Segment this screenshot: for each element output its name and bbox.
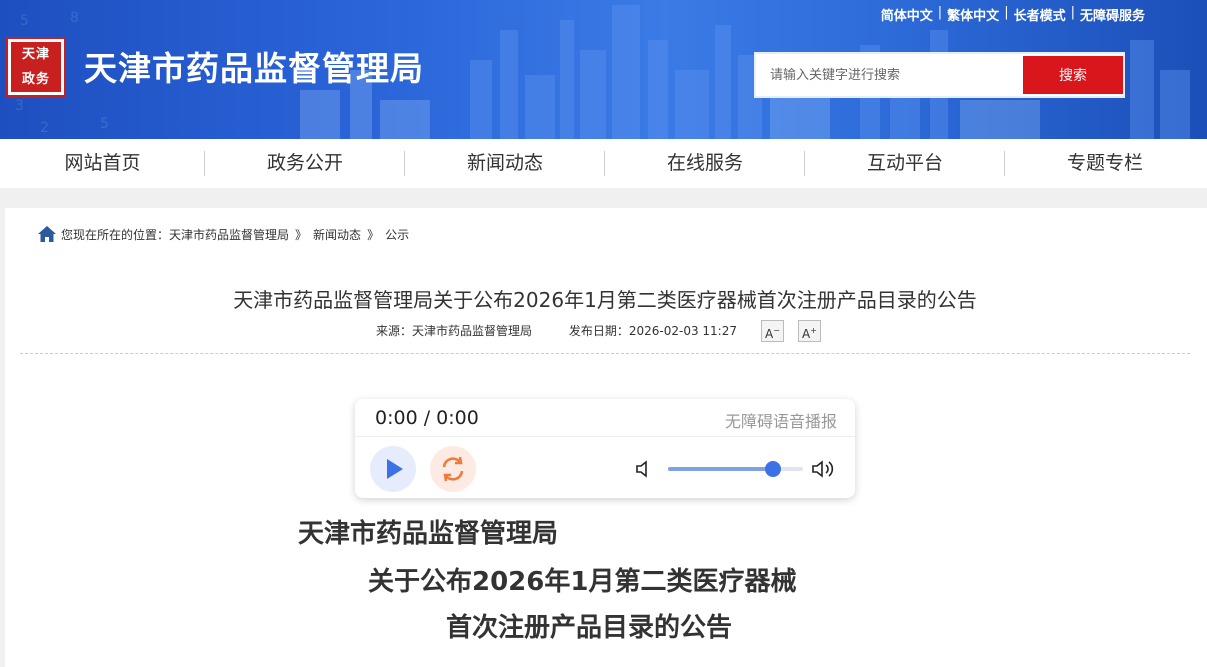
site-title[interactable]: 天津市药品监督管理局: [84, 42, 424, 90]
article-heading-line3: 首次注册产品目录的公告: [446, 613, 733, 643]
breadcrumb-item-news[interactable]: 新闻动态: [313, 226, 361, 243]
article-title: 天津市药品监督管理局关于公布2026年1月第二类医疗器械首次注册产品目录的公告: [233, 288, 977, 312]
breadcrumb-item-home[interactable]: 天津市药品监督管理局: [169, 226, 289, 243]
title-divider: [20, 353, 1190, 354]
elder-mode-link[interactable]: 长者模式: [1014, 5, 1066, 24]
search-input[interactable]: [756, 54, 1022, 96]
nav-item-special-topics[interactable]: 专题专栏: [1005, 139, 1205, 188]
breadcrumb: 您现在所在的位置： 天津市药品监督管理局 》 新闻动态 》 公示: [37, 225, 409, 243]
volume-knob[interactable]: [765, 461, 782, 477]
loop-button[interactable]: [430, 446, 476, 492]
search-button[interactable]: 搜索: [1023, 56, 1123, 94]
simplified-chinese-link[interactable]: 简体中文: [881, 5, 933, 24]
logo-text-line1: 天津: [21, 47, 50, 62]
home-icon: [38, 226, 56, 242]
article-heading-line2: 关于公布2026年1月第二类医疗器械: [368, 567, 797, 597]
svg-text:5: 5: [20, 13, 29, 29]
player-label: 无障碍语音播报: [724, 412, 837, 431]
main-nav: 网站首页 政务公开 新闻动态 在线服务 互动平台 专题专栏: [0, 139, 1207, 188]
article-heading-line1: 天津市药品监督管理局: [298, 519, 559, 549]
svg-text:3: 3: [15, 98, 24, 114]
breadcrumb-prefix: 您现在所在的位置：: [61, 227, 170, 242]
accessibility-link[interactable]: 无障碍服务: [1080, 5, 1145, 24]
logo-text-line2: 政务: [21, 72, 50, 87]
breadcrumb-item-notice[interactable]: 公示: [385, 226, 409, 243]
play-button[interactable]: [370, 446, 416, 492]
nav-item-online-services[interactable]: 在线服务: [605, 139, 805, 188]
svg-text:2: 2: [40, 120, 49, 136]
breadcrumb-separator: 》: [295, 227, 308, 242]
content-panel: 您现在所在的位置： 天津市药品监督管理局 》 新闻动态 》 公示 天津市药品监督…: [5, 208, 1207, 667]
volume-fill: [668, 467, 774, 471]
nav-item-interaction[interactable]: 互动平台: [805, 139, 1005, 188]
font-larger-button[interactable]: A+: [798, 320, 821, 342]
site-logo[interactable]: 天津 政务: [6, 37, 66, 97]
logo-seal: 天津 政务: [11, 42, 61, 92]
traditional-chinese-link[interactable]: 繁体中文: [947, 5, 999, 24]
breadcrumb-separator: 》: [367, 227, 380, 242]
player-time: 0:00 / 0:00: [375, 407, 479, 429]
nav-item-government-affairs[interactable]: 政务公开: [205, 139, 405, 188]
player-divider: [355, 436, 855, 437]
font-smaller-button[interactable]: A−: [761, 320, 784, 342]
search-box: 搜索: [754, 52, 1125, 98]
volume-high-icon[interactable]: [811, 458, 837, 480]
audio-player: 0:00 / 0:00 无障碍语音播报: [355, 399, 855, 498]
top-links: 简体中文 | 繁体中文 | 长者模式 | 无障碍服务: [881, 5, 1145, 24]
link-separator: |: [1004, 5, 1009, 20]
loop-icon: [442, 456, 464, 482]
volume-slider[interactable]: [668, 461, 803, 477]
header-banner: 583 25 简体中文 | 繁体中文 | 长者模式 | 无障碍服务 天津 政务 …: [0, 0, 1207, 139]
svg-text:8: 8: [70, 10, 79, 26]
article-meta: 来源：天津市药品监督管理局 发布日期：2026-02-03 11:27: [376, 322, 737, 339]
link-separator: |: [1070, 5, 1075, 20]
link-separator: |: [937, 5, 943, 20]
nav-item-news[interactable]: 新闻动态: [405, 139, 605, 188]
article-source: 来源：天津市药品监督管理局: [376, 324, 533, 338]
svg-text:5: 5: [100, 116, 109, 132]
volume-low-icon[interactable]: [635, 459, 651, 479]
nav-item-home[interactable]: 网站首页: [0, 139, 205, 188]
article-date: 发布日期：2026-02-03 11:27: [568, 324, 737, 338]
play-icon: [387, 459, 403, 479]
